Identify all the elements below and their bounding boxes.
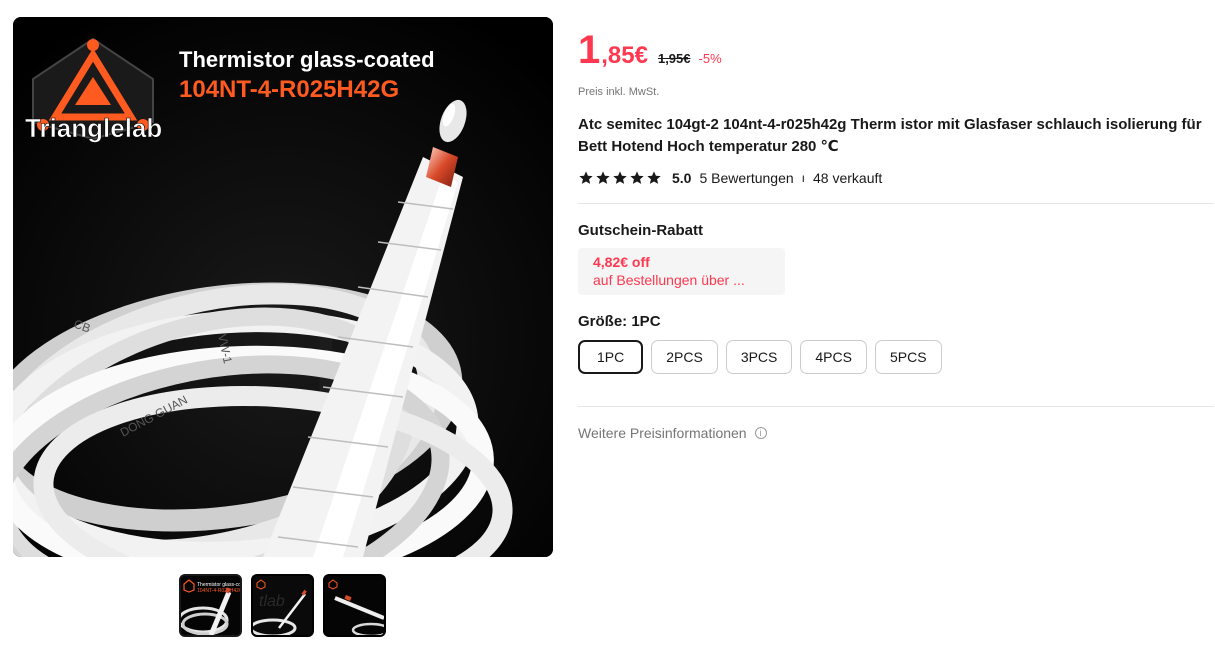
model-text: 104NT-4-R025H42G — [179, 76, 399, 103]
svg-text:104NT-4-R025H42G: 104NT-4-R025H42G — [197, 588, 240, 594]
separator: ı — [801, 171, 805, 185]
info-icon[interactable]: i — [754, 427, 767, 439]
size-label-text: Größe: — [578, 313, 628, 330]
size-label: Größe: 1PC — [578, 313, 1214, 330]
star-icon — [613, 171, 627, 184]
current-price-whole: 1 — [578, 28, 601, 72]
divider — [578, 406, 1214, 407]
discount-badge: -5% — [698, 51, 722, 66]
headline-text: Thermistor glass-coated — [179, 47, 435, 72]
tax-note: Preis inkl. MwSt. — [578, 86, 660, 98]
star-icon — [647, 171, 661, 184]
size-option-2pcs[interactable]: 2PCS — [651, 340, 718, 374]
price-row: 1 ,85€ 1,95€ -5% — [578, 30, 1214, 76]
star-rating — [578, 170, 662, 186]
thumbnail-2[interactable]: tlab — [251, 574, 314, 637]
product-info-panel: 1 ,85€ 1,95€ -5% Preis inkl. MwSt. Atc s… — [578, 30, 1214, 441]
main-product-image[interactable]: lab DONG GUAN VW-1 CB — [13, 17, 553, 557]
current-price-decimals: ,85€ — [601, 42, 648, 69]
coupon-heading: Gutschein-Rabatt — [578, 222, 704, 239]
original-price: 1,95€ — [657, 51, 691, 66]
coupon-condition: auf Bestellungen über ... — [593, 272, 745, 288]
more-price-info-label: Weitere Preisinformationen — [578, 425, 747, 441]
thumbnail-3[interactable] — [323, 574, 386, 637]
review-count-link[interactable]: 5 Bewertungen — [699, 170, 793, 186]
size-option-1pc[interactable]: 1PC — [578, 340, 644, 374]
thumbnail-1[interactable]: Thermistor glass-coated 104NT-4-R025H42G — [179, 574, 242, 637]
coupon-value: 4,82€ off — [593, 254, 650, 270]
rating-score: 5.0 — [672, 170, 692, 186]
size-options: 1PC 2PCS 3PCS 4PCS 5PCS — [578, 340, 1214, 374]
brand-text: Trianglelab — [25, 113, 162, 143]
size-option-3pcs[interactable]: 3PCS — [725, 340, 793, 374]
rating-row[interactable]: 5.0 5 Bewertungen ı 48 verkauft — [578, 170, 1214, 186]
star-icon — [630, 171, 644, 184]
more-price-info-link[interactable]: Weitere Preisinformationen i — [578, 425, 1214, 441]
size-option-4pcs[interactable]: 4PCS — [800, 340, 867, 374]
sold-count: 48 verkauft — [813, 170, 883, 186]
thumbnail-strip: Thermistor glass-coated 104NT-4-R025H42G… — [179, 574, 386, 637]
svg-text:tlab: tlab — [259, 593, 285, 610]
star-icon — [579, 171, 593, 184]
size-selected-value: 1PC — [631, 313, 661, 330]
product-title: Atc semitec 104gt-2 104nt-4-r025h42g The… — [578, 116, 1202, 155]
size-option-5pcs[interactable]: 5PCS — [874, 340, 942, 374]
divider — [578, 203, 1214, 204]
star-icon — [596, 171, 610, 184]
coupon-card[interactable]: 4,82€ off auf Bestellungen über ... — [578, 248, 785, 295]
